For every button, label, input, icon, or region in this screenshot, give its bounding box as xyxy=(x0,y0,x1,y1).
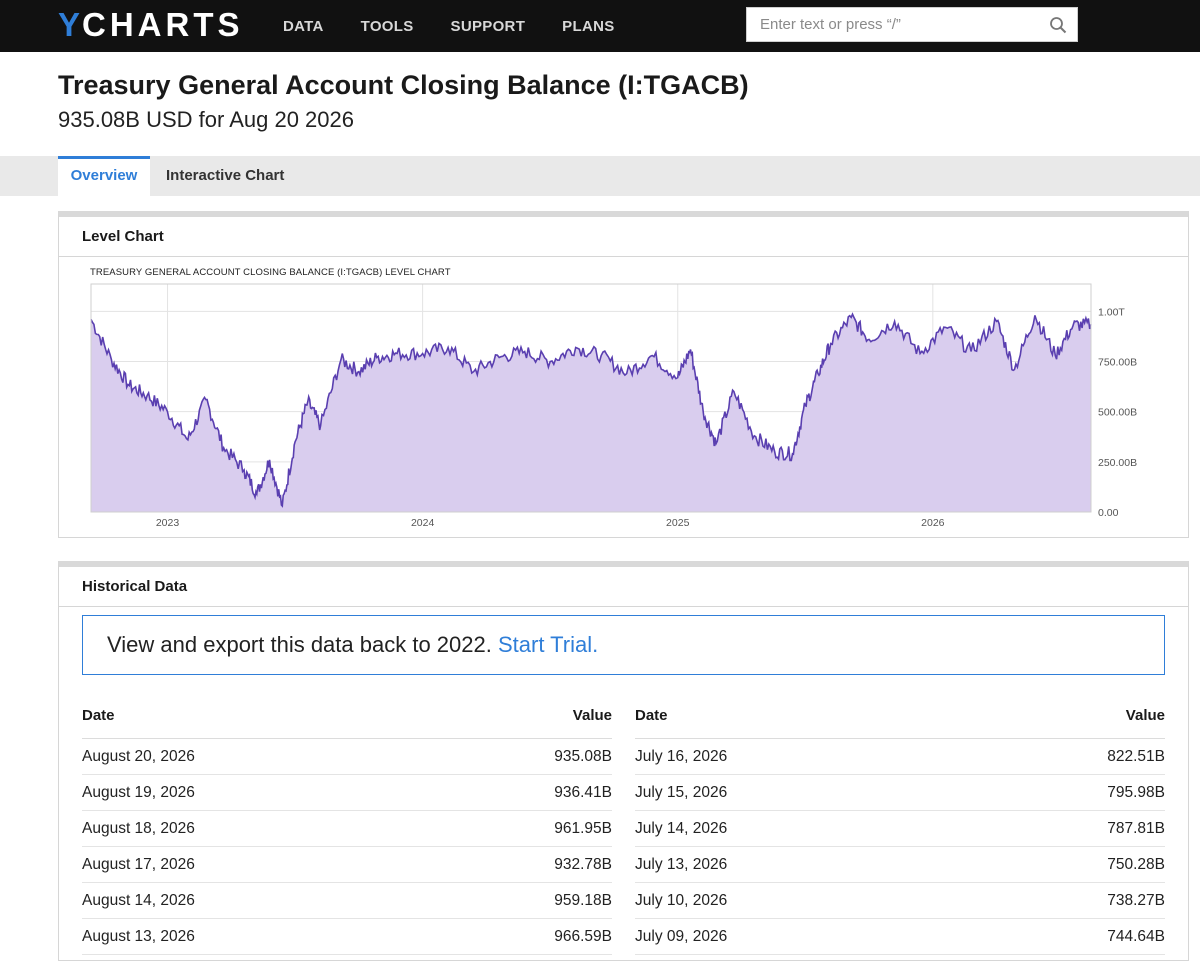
row-value: 936.41B xyxy=(554,783,612,801)
top-navbar: Y CHARTS DATA TOOLS SUPPORT PLANS xyxy=(0,0,1200,52)
nav-support[interactable]: SUPPORT xyxy=(451,18,526,35)
table-row: August 13, 2026 966.59B xyxy=(82,919,612,955)
historical-data-panel: Historical Data View and export this dat… xyxy=(58,561,1189,961)
page-subtitle: 935.08B USD for Aug 20 2026 xyxy=(58,107,354,132)
x-tick-label: 2025 xyxy=(666,517,690,529)
y-tick-label: 0.00 xyxy=(1098,507,1119,519)
row-value: 966.59B xyxy=(554,927,612,945)
row-date: July 09, 2026 xyxy=(635,927,728,945)
y-axis-ticks: 1.00T 750.00B 500.00B 250.00B 0.00 xyxy=(1098,306,1137,519)
row-value: 932.78B xyxy=(554,855,612,873)
row-value: 935.08B xyxy=(554,747,612,765)
tab-interactive-chart[interactable]: Interactive Chart xyxy=(166,156,284,196)
table-row: July 16, 2026 822.51B xyxy=(635,739,1165,775)
logo-y: Y xyxy=(58,6,83,43)
row-value: 959.18B xyxy=(554,891,612,909)
nav-plans[interactable]: PLANS xyxy=(562,18,614,35)
row-value: 822.51B xyxy=(1107,747,1165,765)
tab-bar: Overview Interactive Chart xyxy=(0,156,1200,196)
historical-data-title: Historical Data xyxy=(59,567,1188,607)
table-row: August 14, 2026 959.18B xyxy=(82,883,612,919)
trial-message: View and export this data back to 2022. … xyxy=(107,616,598,674)
row-date: July 15, 2026 xyxy=(635,783,728,801)
row-value: 795.98B xyxy=(1107,783,1165,801)
level-chart-panel: Level Chart TREASURY GENERAL ACCOUNT CLO… xyxy=(58,211,1189,538)
logo-text: CHARTS xyxy=(82,6,244,43)
row-value: 961.95B xyxy=(554,819,612,837)
search-box xyxy=(746,7,1078,42)
row-value: 744.64B xyxy=(1107,927,1165,945)
table-row: July 13, 2026 750.28B xyxy=(635,847,1165,883)
start-trial-link[interactable]: Start Trial. xyxy=(498,632,598,657)
value-column-header[interactable]: Value xyxy=(1126,707,1165,724)
nav-tools[interactable]: TOOLS xyxy=(361,18,414,35)
table-row: July 15, 2026 795.98B xyxy=(635,775,1165,811)
row-date: July 10, 2026 xyxy=(635,891,728,909)
value-column-header[interactable]: Value xyxy=(573,707,612,724)
ycharts-logo[interactable]: Y CHARTS xyxy=(58,6,244,43)
row-date: August 13, 2026 xyxy=(82,927,195,945)
nav-data[interactable]: DATA xyxy=(283,18,324,35)
y-tick-label: 500.00B xyxy=(1098,407,1137,419)
y-tick-label: 250.00B xyxy=(1098,457,1137,469)
x-tick-label: 2024 xyxy=(411,517,435,529)
x-tick-label: 2026 xyxy=(921,517,945,529)
y-tick-label: 750.00B xyxy=(1098,357,1137,369)
trial-text: View and export this data back to 2022. xyxy=(107,632,492,657)
x-tick-label: 2023 xyxy=(156,517,180,529)
row-date: July 13, 2026 xyxy=(635,855,728,873)
table-row: July 14, 2026 787.81B xyxy=(635,811,1165,847)
page-title: Treasury General Account Closing Balance… xyxy=(58,70,749,100)
trial-banner: View and export this data back to 2022. … xyxy=(82,615,1165,675)
search-input[interactable] xyxy=(747,8,1037,41)
table-row: August 18, 2026 961.95B xyxy=(82,811,612,847)
row-value: 750.28B xyxy=(1107,855,1165,873)
date-column-header[interactable]: Date xyxy=(635,707,668,724)
table-row: August 17, 2026 932.78B xyxy=(82,847,612,883)
tab-overview[interactable]: Overview xyxy=(58,156,150,196)
date-column-header[interactable]: Date xyxy=(82,707,115,724)
chart-area-fill xyxy=(91,314,1091,512)
table-row: August 19, 2026 936.41B xyxy=(82,775,612,811)
row-date: August 14, 2026 xyxy=(82,891,195,909)
row-date: August 20, 2026 xyxy=(82,747,195,765)
table-row: August 20, 2026 935.08B xyxy=(82,739,612,775)
row-date: July 14, 2026 xyxy=(635,819,728,837)
row-date: August 18, 2026 xyxy=(82,819,195,837)
x-axis-ticks: 2023 2024 2025 2026 xyxy=(156,517,945,529)
table-header: Date Value xyxy=(635,693,1165,739)
table-row: July 09, 2026 744.64B xyxy=(635,919,1165,955)
row-value: 738.27B xyxy=(1107,891,1165,909)
main-nav: DATA TOOLS SUPPORT PLANS xyxy=(283,0,652,52)
search-icon[interactable] xyxy=(1049,16,1067,34)
table-row: July 10, 2026 738.27B xyxy=(635,883,1165,919)
row-value: 787.81B xyxy=(1107,819,1165,837)
historical-table-right: Date Value July 16, 2026 822.51B July 15,… xyxy=(635,693,1165,955)
y-tick-label: 1.00T xyxy=(1098,306,1125,318)
historical-table-left: Date Value August 20, 2026 935.08B August… xyxy=(82,693,612,955)
level-chart[interactable]: 2023 2024 2025 2026 1.00T 750.00B 500.00B 250.… xyxy=(59,217,1188,538)
row-date: August 19, 2026 xyxy=(82,783,195,801)
row-date: August 17, 2026 xyxy=(82,855,195,873)
table-header: Date Value xyxy=(82,693,612,739)
row-date: July 16, 2026 xyxy=(635,747,728,765)
